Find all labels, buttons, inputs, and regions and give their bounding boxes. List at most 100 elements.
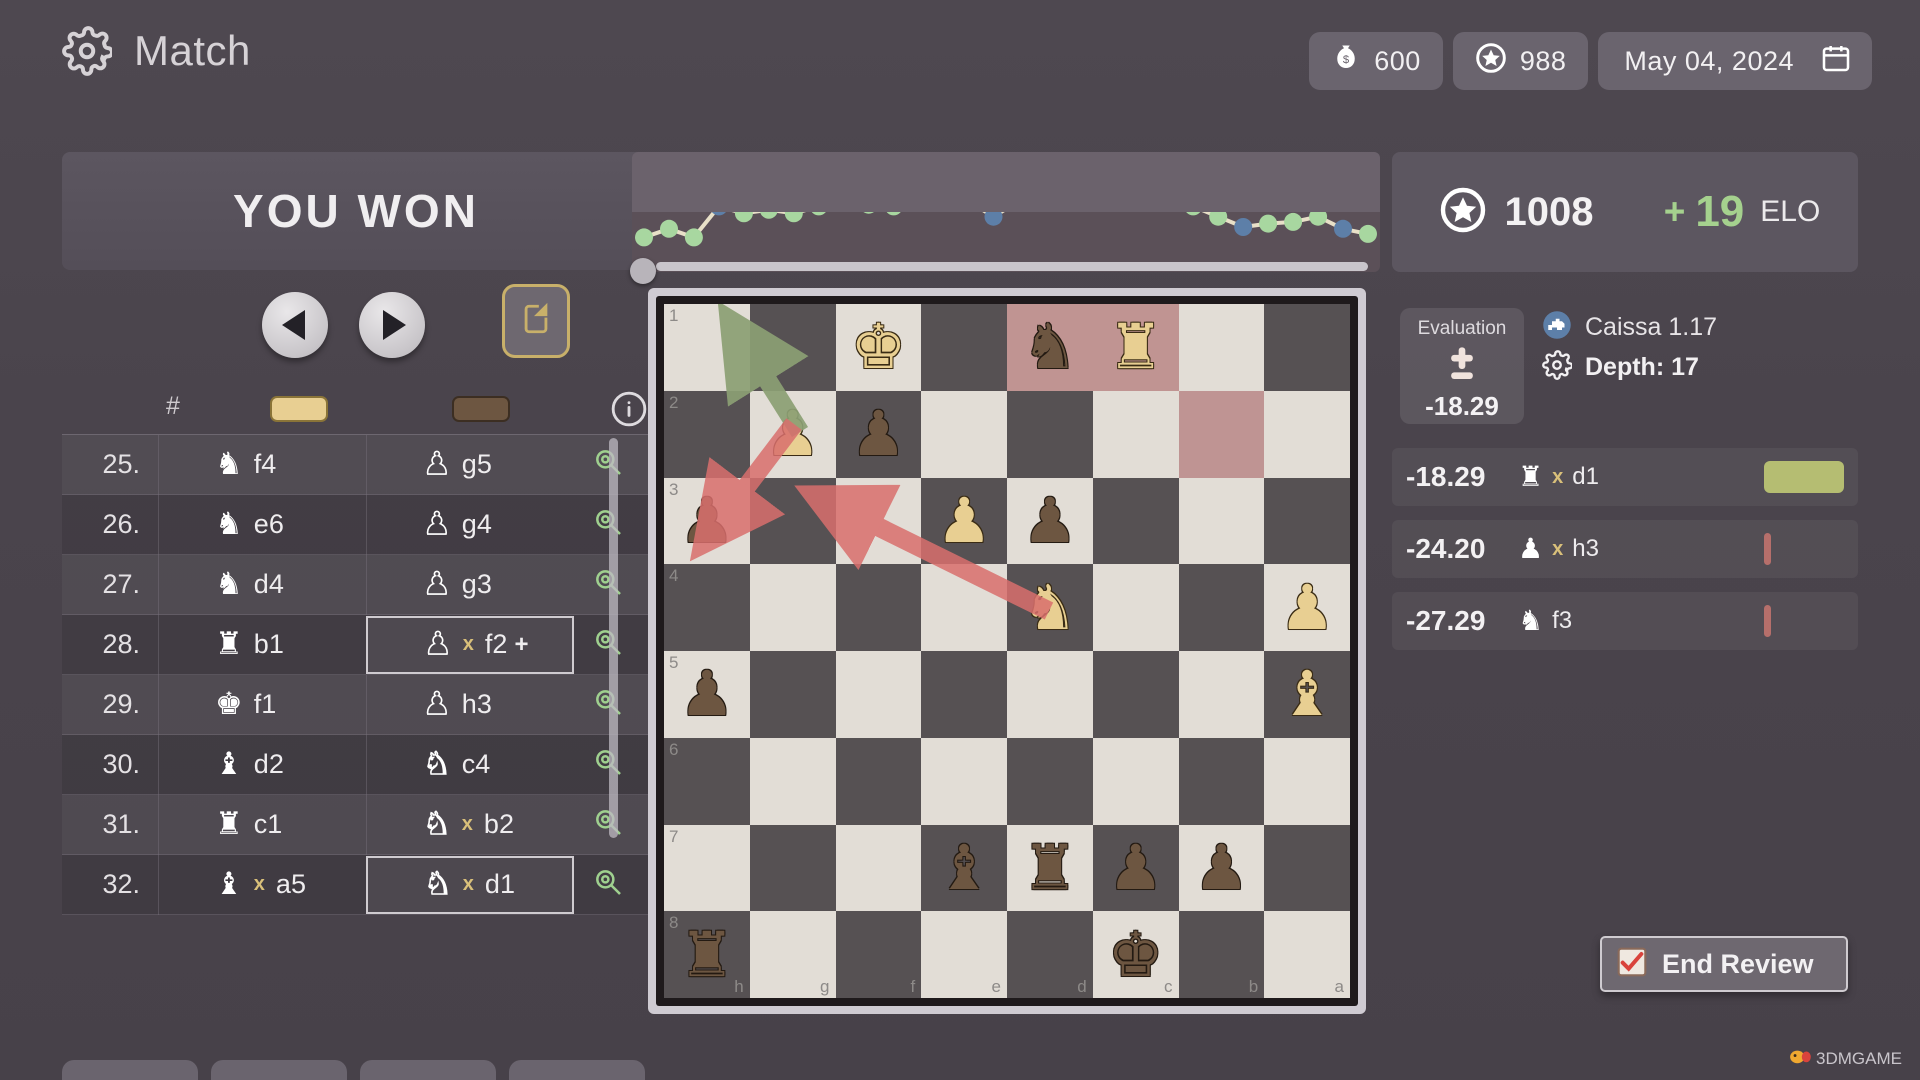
board-square[interactable] xyxy=(749,824,836,912)
board-square[interactable]: a xyxy=(1264,911,1350,998)
board-square[interactable]: e xyxy=(921,911,1007,998)
accuracy-point-good[interactable] xyxy=(684,228,703,247)
move-cell-black[interactable]: ♞ c4 xyxy=(366,734,574,795)
black-pawn-icon[interactable]: ♟ xyxy=(1022,489,1078,552)
board-square[interactable]: b xyxy=(1178,911,1265,998)
table-row[interactable]: 25. ♞ f4 ♟ g5 xyxy=(62,435,650,495)
board-square[interactable]: ♞ xyxy=(1007,304,1093,391)
table-row[interactable]: 27. ♞ d4 ♟ g3 xyxy=(62,554,650,615)
black-bishop-icon[interactable]: ♝ xyxy=(936,836,992,899)
engine-line[interactable]: -18.29 ♜ x d1 xyxy=(1392,448,1858,506)
black-rook-icon[interactable]: ♜ xyxy=(1022,836,1078,899)
board-square[interactable]: 5 ♟ xyxy=(664,651,750,738)
board-square[interactable] xyxy=(835,564,922,651)
analyze-move-icon[interactable] xyxy=(592,446,624,483)
next-move-button[interactable] xyxy=(359,292,425,358)
stat-target[interactable]: 35 xyxy=(62,1060,198,1080)
info-icon[interactable] xyxy=(610,390,648,433)
stat-check-circle[interactable]: 1 xyxy=(211,1060,347,1080)
board-square[interactable]: ♞ xyxy=(1007,564,1093,651)
board-square[interactable]: ♟ xyxy=(1264,564,1350,651)
board-square[interactable] xyxy=(1178,477,1265,565)
table-row[interactable]: 31. ♜ c1 ♞ x b2 xyxy=(62,794,650,855)
board-square[interactable]: ♝ xyxy=(1264,651,1350,738)
graph-scrubber[interactable] xyxy=(632,250,1380,282)
analyze-move-icon[interactable] xyxy=(592,506,624,543)
board-square[interactable]: ♟ xyxy=(749,390,836,478)
accuracy-point-good[interactable] xyxy=(660,219,678,238)
table-row[interactable]: 29. ♚ f1 ♟ h3 xyxy=(62,674,650,735)
white-king-icon[interactable]: ♚ xyxy=(851,316,907,378)
board-square[interactable] xyxy=(835,477,922,565)
board-square[interactable] xyxy=(1178,737,1265,825)
move-cell-white[interactable]: ♝ d2 xyxy=(158,734,366,795)
board-square[interactable] xyxy=(1178,651,1265,738)
board-square[interactable]: ♟ xyxy=(1007,477,1093,565)
analyze-move-icon[interactable] xyxy=(592,866,624,903)
move-cell-white[interactable]: ♚ f1 xyxy=(158,674,366,735)
board-square[interactable] xyxy=(1264,737,1350,825)
board-square[interactable] xyxy=(1264,304,1350,391)
black-pawn-icon[interactable]: ♟ xyxy=(679,663,735,725)
board-square[interactable] xyxy=(921,564,1007,651)
board-square[interactable]: ♟ xyxy=(921,477,1007,565)
board-square[interactable]: g xyxy=(749,911,836,998)
board-square[interactable]: ♟ xyxy=(835,390,922,478)
board-square[interactable]: 2 xyxy=(664,390,750,478)
scrubber-handle[interactable] xyxy=(630,258,656,284)
board-square[interactable]: ♟ xyxy=(1178,824,1265,912)
board-square[interactable] xyxy=(1092,737,1179,825)
move-cell-white[interactable]: ♞ f4 xyxy=(158,435,366,495)
export-game-button[interactable] xyxy=(502,284,570,358)
accuracy-point-inaccuracy[interactable] xyxy=(1334,219,1352,238)
board-square[interactable]: 4 xyxy=(664,564,750,651)
board-square[interactable] xyxy=(1092,564,1179,651)
move-cell-white[interactable]: ♞ e6 xyxy=(158,494,366,555)
white-pawn-icon[interactable]: ♟ xyxy=(1279,576,1335,639)
board-square[interactable] xyxy=(835,824,922,912)
accuracy-point-good[interactable] xyxy=(635,228,653,247)
move-cell-black[interactable]: ♟ g4 xyxy=(366,494,574,555)
board-square[interactable] xyxy=(749,564,836,651)
chess-board[interactable]: 1 ♚ ♞ ♜ 2 ♟ ♟ 3 ♟ ♟ ♟ 4 ♞ ♟ 5 ♟ ♝ 6 7 ♝ ♜ ♟ ♟ 8 h ♜ g f e d c ♚ b a xyxy=(664,304,1350,998)
board-square[interactable] xyxy=(835,737,922,825)
stat-bomb[interactable]: 0 xyxy=(509,1060,645,1080)
board-square[interactable]: ♜ xyxy=(1007,824,1093,912)
move-cell-black[interactable]: ♞ x b2 xyxy=(366,794,574,855)
white-knight-icon[interactable]: ♞ xyxy=(1022,576,1078,639)
date-badge[interactable]: May 04, 2024 xyxy=(1598,32,1872,90)
board-square[interactable]: 1 xyxy=(664,304,750,391)
gear-icon[interactable] xyxy=(1542,350,1574,385)
analyze-move-icon[interactable] xyxy=(592,686,624,723)
rating-badge[interactable]: 988 xyxy=(1452,32,1589,90)
black-king-icon[interactable]: ♚ xyxy=(1108,923,1164,986)
board-square[interactable]: ♟ xyxy=(1092,824,1179,912)
move-cell-white[interactable]: ♜ c1 xyxy=(158,794,366,855)
board-square[interactable] xyxy=(749,304,836,391)
engine-line[interactable]: -27.29 ♞ f3 xyxy=(1392,592,1858,650)
board-square[interactable] xyxy=(1092,390,1179,478)
white-pawn-icon[interactable]: ♟ xyxy=(765,403,821,465)
board-square[interactable] xyxy=(1092,477,1179,565)
stat-warning-triangle[interactable]: 1 xyxy=(360,1060,496,1080)
black-pawn-icon[interactable]: ♟ xyxy=(1108,836,1164,899)
move-cell-black[interactable]: ♟ g5 xyxy=(366,435,574,495)
board-square[interactable] xyxy=(921,737,1007,825)
move-cell-white[interactable]: ♜ b1 xyxy=(158,614,366,675)
board-square[interactable] xyxy=(1264,824,1350,912)
prev-move-button[interactable] xyxy=(262,292,328,358)
black-knight-icon[interactable]: ♞ xyxy=(1022,316,1078,378)
board-square[interactable]: ♜ xyxy=(1092,304,1179,391)
move-cell-black[interactable]: ♟ g3 xyxy=(366,554,574,615)
currency-badge[interactable]: $ 600 xyxy=(1309,32,1443,90)
board-square[interactable]: c ♚ xyxy=(1092,911,1179,998)
analyze-move-icon[interactable] xyxy=(592,806,624,843)
board-square[interactable] xyxy=(1092,651,1179,738)
accuracy-point-good[interactable] xyxy=(1259,214,1278,233)
move-cell-white[interactable]: ♝ x a5 xyxy=(158,854,366,915)
move-cell-black[interactable]: ♞ x d1 xyxy=(366,855,574,914)
end-review-button[interactable]: End Review xyxy=(1600,936,1848,992)
board-square[interactable]: ♚ xyxy=(835,304,922,391)
accuracy-point-good[interactable] xyxy=(1359,224,1377,243)
move-list[interactable]: 25. ♞ f4 ♟ g5 26. ♞ e6 ♟ g4 27. ♞ d4 ♟ g3 28. ♜ b1 ♟ x f2 +29… xyxy=(62,434,650,1054)
